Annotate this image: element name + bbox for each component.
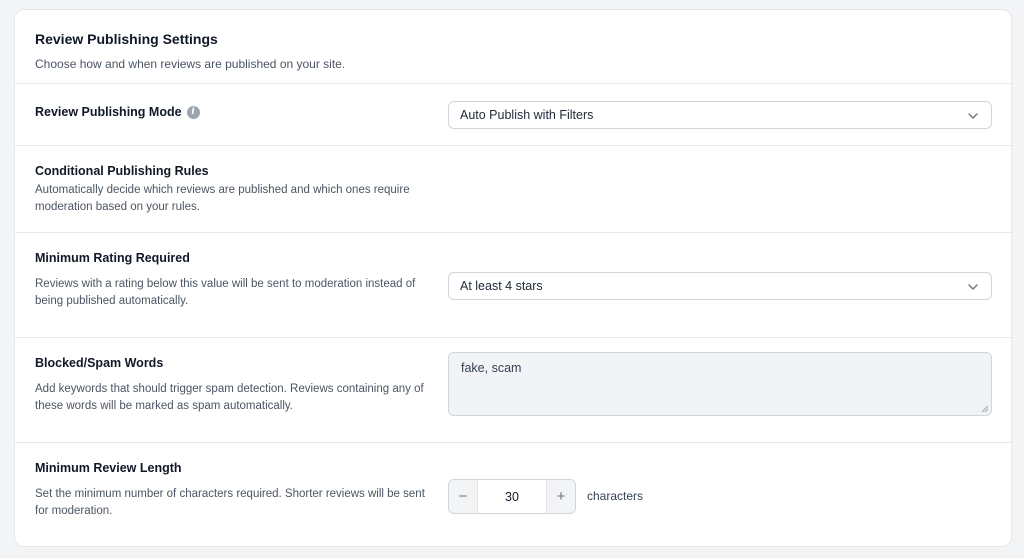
row-spam-words: Blocked/Spam Words Add keywords that sho…	[15, 338, 1011, 443]
spam-words-value: fake, scam	[461, 361, 522, 375]
row-publishing-mode: Review Publishing Mode i Auto Publish wi…	[15, 84, 1011, 146]
conditional-rules-title: Conditional Publishing Rules	[35, 164, 209, 178]
publishing-mode-select[interactable]: Auto Publish with Filters	[448, 101, 992, 129]
min-length-stepper: − 30 +	[448, 479, 576, 514]
page-subtitle: Choose how and when reviews are publishe…	[35, 57, 346, 71]
settings-header: Review Publishing Settings Choose how an…	[15, 10, 1011, 84]
chevron-down-icon	[968, 113, 978, 119]
minimum-rating-select[interactable]: At least 4 stars	[448, 272, 992, 300]
increment-button[interactable]: +	[547, 480, 575, 513]
publishing-mode-label-wrap: Review Publishing Mode i	[35, 105, 200, 119]
min-length-title: Minimum Review Length	[35, 461, 182, 475]
resize-handle-icon[interactable]	[981, 405, 989, 413]
min-length-description: Set the minimum number of characters req…	[35, 488, 425, 517]
minimum-rating-value: At least 4 stars	[460, 279, 543, 293]
info-icon[interactable]: i	[186, 105, 200, 119]
decrement-button[interactable]: −	[449, 480, 477, 513]
spam-words-description: Add keywords that should trigger spam de…	[35, 383, 424, 412]
row-minimum-rating: Minimum Rating Required Reviews with a r…	[15, 233, 1011, 338]
spam-words-title: Blocked/Spam Words	[35, 356, 164, 370]
minimum-rating-description: Reviews with a rating below this value w…	[35, 278, 416, 307]
page-title: Review Publishing Settings	[35, 31, 218, 47]
row-conditional-rules: Conditional Publishing Rules Automatical…	[15, 146, 1011, 233]
min-length-input[interactable]: 30	[477, 480, 547, 513]
row-min-length: Minimum Review Length Set the minimum nu…	[15, 443, 1011, 546]
minimum-rating-title: Minimum Rating Required	[35, 251, 190, 265]
publishing-mode-label: Review Publishing Mode	[35, 105, 182, 119]
spam-words-textarea[interactable]: fake, scam	[448, 352, 992, 416]
min-length-unit: characters	[587, 489, 644, 503]
settings-card: Review Publishing Settings Choose how an…	[14, 9, 1012, 547]
publishing-mode-value: Auto Publish with Filters	[460, 108, 594, 122]
chevron-down-icon	[968, 284, 978, 290]
conditional-rules-description: Automatically decide which reviews are p…	[35, 184, 410, 213]
